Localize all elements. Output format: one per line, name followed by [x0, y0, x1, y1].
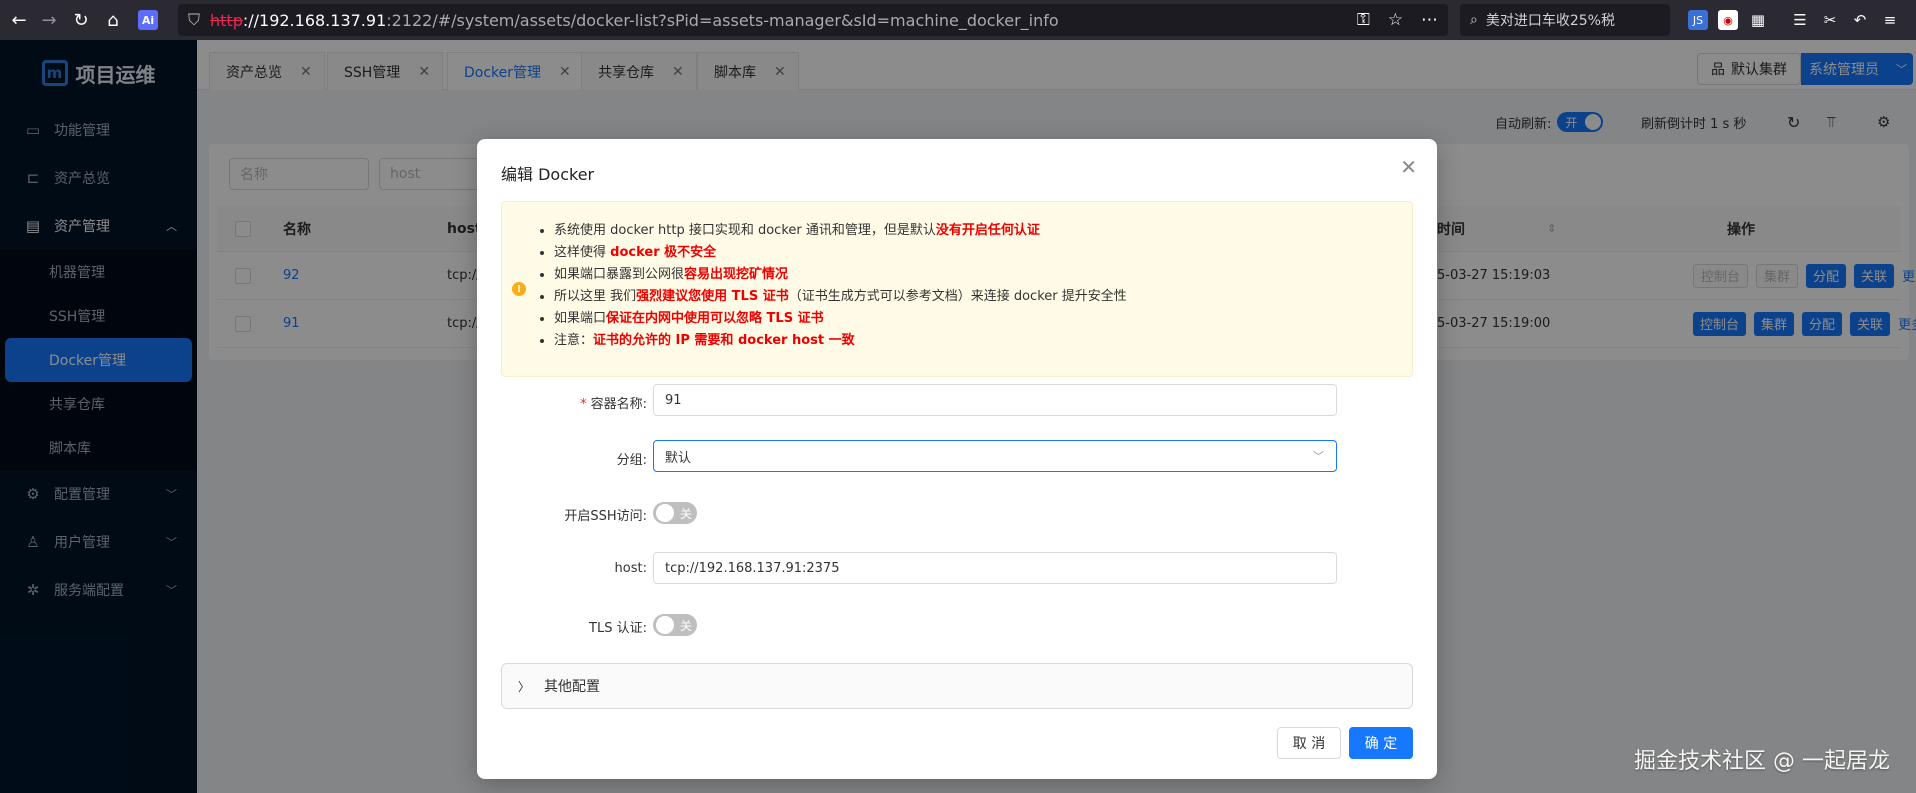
- warning-line: 系统使用 docker http 接口实现和 docker 通讯和管理，但是默认…: [554, 220, 1127, 242]
- tls-label: TLS 认证:: [589, 621, 647, 636]
- warning-highlight: 保证在内网中使用可以忽略 TLS 证书: [606, 311, 824, 326]
- confirm-button[interactable]: 确 定: [1349, 727, 1413, 759]
- search-text: 美对进口车收25%税: [1485, 13, 1615, 29]
- chevron-down-icon: ﹀: [1313, 450, 1324, 463]
- collapse-label: 其他配置: [544, 679, 601, 695]
- security-warning-alert: ! 系统使用 docker http 接口实现和 docker 通讯和管理，但是…: [501, 201, 1413, 377]
- host-label: host:: [614, 561, 647, 576]
- search-bar[interactable]: ⌕ 美对进口车收25%税: [1460, 4, 1670, 36]
- shield-icon[interactable]: ⛉: [178, 10, 210, 30]
- warning-text: 系统使用 docker http 接口实现和 docker 通讯和管理，但是默认: [554, 223, 936, 238]
- warning-highlight: docker 极不安全: [610, 245, 717, 260]
- required-asterisk: *: [580, 397, 587, 412]
- search-icon: ⌕: [1470, 12, 1478, 28]
- close-icon[interactable]: ✕: [1400, 155, 1417, 179]
- toggle-knob: [656, 616, 674, 634]
- container-name-label: * 容器名称:: [477, 393, 647, 412]
- browser-toolbar: ← → ↻ ⌂ Ai ⛉ http://192.168.137.91:2122/…: [0, 0, 1916, 40]
- warning-text: 如果端口: [554, 311, 607, 326]
- warning-list: 系统使用 docker http 接口实现和 docker 通讯和管理，但是默认…: [554, 220, 1127, 352]
- tls-toggle[interactable]: 关: [653, 614, 697, 636]
- menu-icon[interactable]: ≡: [1880, 10, 1900, 30]
- group-label: 分组:: [616, 453, 647, 468]
- container-name-input[interactable]: 91: [653, 384, 1337, 416]
- reading-list-icon[interactable]: ☰: [1790, 10, 1810, 30]
- toggle-text: 关: [680, 618, 693, 633]
- toggle-text: 关: [680, 506, 693, 521]
- ssh-access-toggle[interactable]: 关: [653, 502, 697, 524]
- warning-line: 如果端口暴露到公网很容易出现挖矿情况: [554, 264, 1127, 286]
- more-dots-icon[interactable]: ⋯: [1421, 10, 1438, 30]
- js-extension-icon[interactable]: JS: [1688, 10, 1708, 30]
- red-extension-icon[interactable]: ◉: [1718, 10, 1738, 30]
- warning-text: 注意：: [554, 333, 594, 348]
- group-value: 默认: [665, 450, 692, 466]
- edit-docker-modal: 编辑 Docker ✕ ! 系统使用 docker http 接口实现和 doc…: [477, 139, 1437, 779]
- warning-icon: !: [512, 282, 526, 296]
- url-scheme: http: [210, 10, 243, 30]
- warning-text: （证书生成方式可以参考文档）来连接 docker 提升安全性: [788, 289, 1127, 304]
- warning-highlight: 没有开启任何认证: [935, 223, 1040, 238]
- warning-highlight: 强烈建议您使用 TLS 证书: [636, 289, 789, 304]
- key-icon[interactable]: ⚿: [1357, 10, 1370, 30]
- warning-highlight: 容易出现挖矿情况: [684, 267, 789, 282]
- warning-text: 这样使得: [554, 245, 611, 260]
- warning-line: 这样使得 docker 极不安全: [554, 242, 1127, 264]
- scissors-icon[interactable]: ✂: [1820, 10, 1840, 30]
- ai-extension-icon[interactable]: Ai: [138, 10, 158, 30]
- home-icon[interactable]: ⌂: [98, 0, 128, 40]
- warning-highlight: 证书的允许的 IP 需要和 docker host 一致: [593, 333, 855, 348]
- url-bar[interactable]: ⛉ http://192.168.137.91:2122/#/system/as…: [178, 4, 1448, 36]
- grid-extension-icon[interactable]: ▦: [1748, 10, 1768, 30]
- back-icon[interactable]: ←: [4, 0, 34, 40]
- cancel-button[interactable]: 取 消: [1277, 727, 1341, 759]
- url-host: ://192.168.137.91: [242, 10, 387, 30]
- watermark: 掘金技术社区 @ 一起居龙: [1634, 749, 1890, 774]
- label-text: 容器名称:: [590, 397, 647, 412]
- other-config-collapse[interactable]: 〉 其他配置: [501, 663, 1413, 709]
- undo-icon[interactable]: ↶: [1850, 10, 1870, 30]
- ssh-access-label: 开启SSH访问:: [564, 509, 647, 524]
- modal-title: 编辑 Docker: [501, 165, 595, 184]
- url-path: :2122/#/system/assets/docker-list?sPid=a…: [386, 10, 1059, 30]
- chevron-right-icon: 〉: [518, 679, 531, 694]
- reload-icon[interactable]: ↻: [66, 0, 96, 40]
- warning-text: 如果端口暴露到公网很: [554, 267, 685, 282]
- forward-icon[interactable]: →: [34, 0, 64, 40]
- host-input[interactable]: tcp://192.168.137.91:2375: [653, 552, 1337, 584]
- warning-line: 如果端口保证在内网中使用可以忽略 TLS 证书: [554, 308, 1127, 330]
- warning-line: 所以这里 我们强烈建议您使用 TLS 证书（证书生成方式可以参考文档）来连接 d…: [554, 286, 1127, 308]
- group-select[interactable]: 默认 ﹀: [653, 440, 1337, 472]
- warning-text: 所以这里 我们: [554, 289, 637, 304]
- toggle-knob: [656, 504, 674, 522]
- bookmark-star-icon[interactable]: ☆: [1388, 10, 1403, 30]
- warning-line: 注意：证书的允许的 IP 需要和 docker host 一致: [554, 330, 1127, 352]
